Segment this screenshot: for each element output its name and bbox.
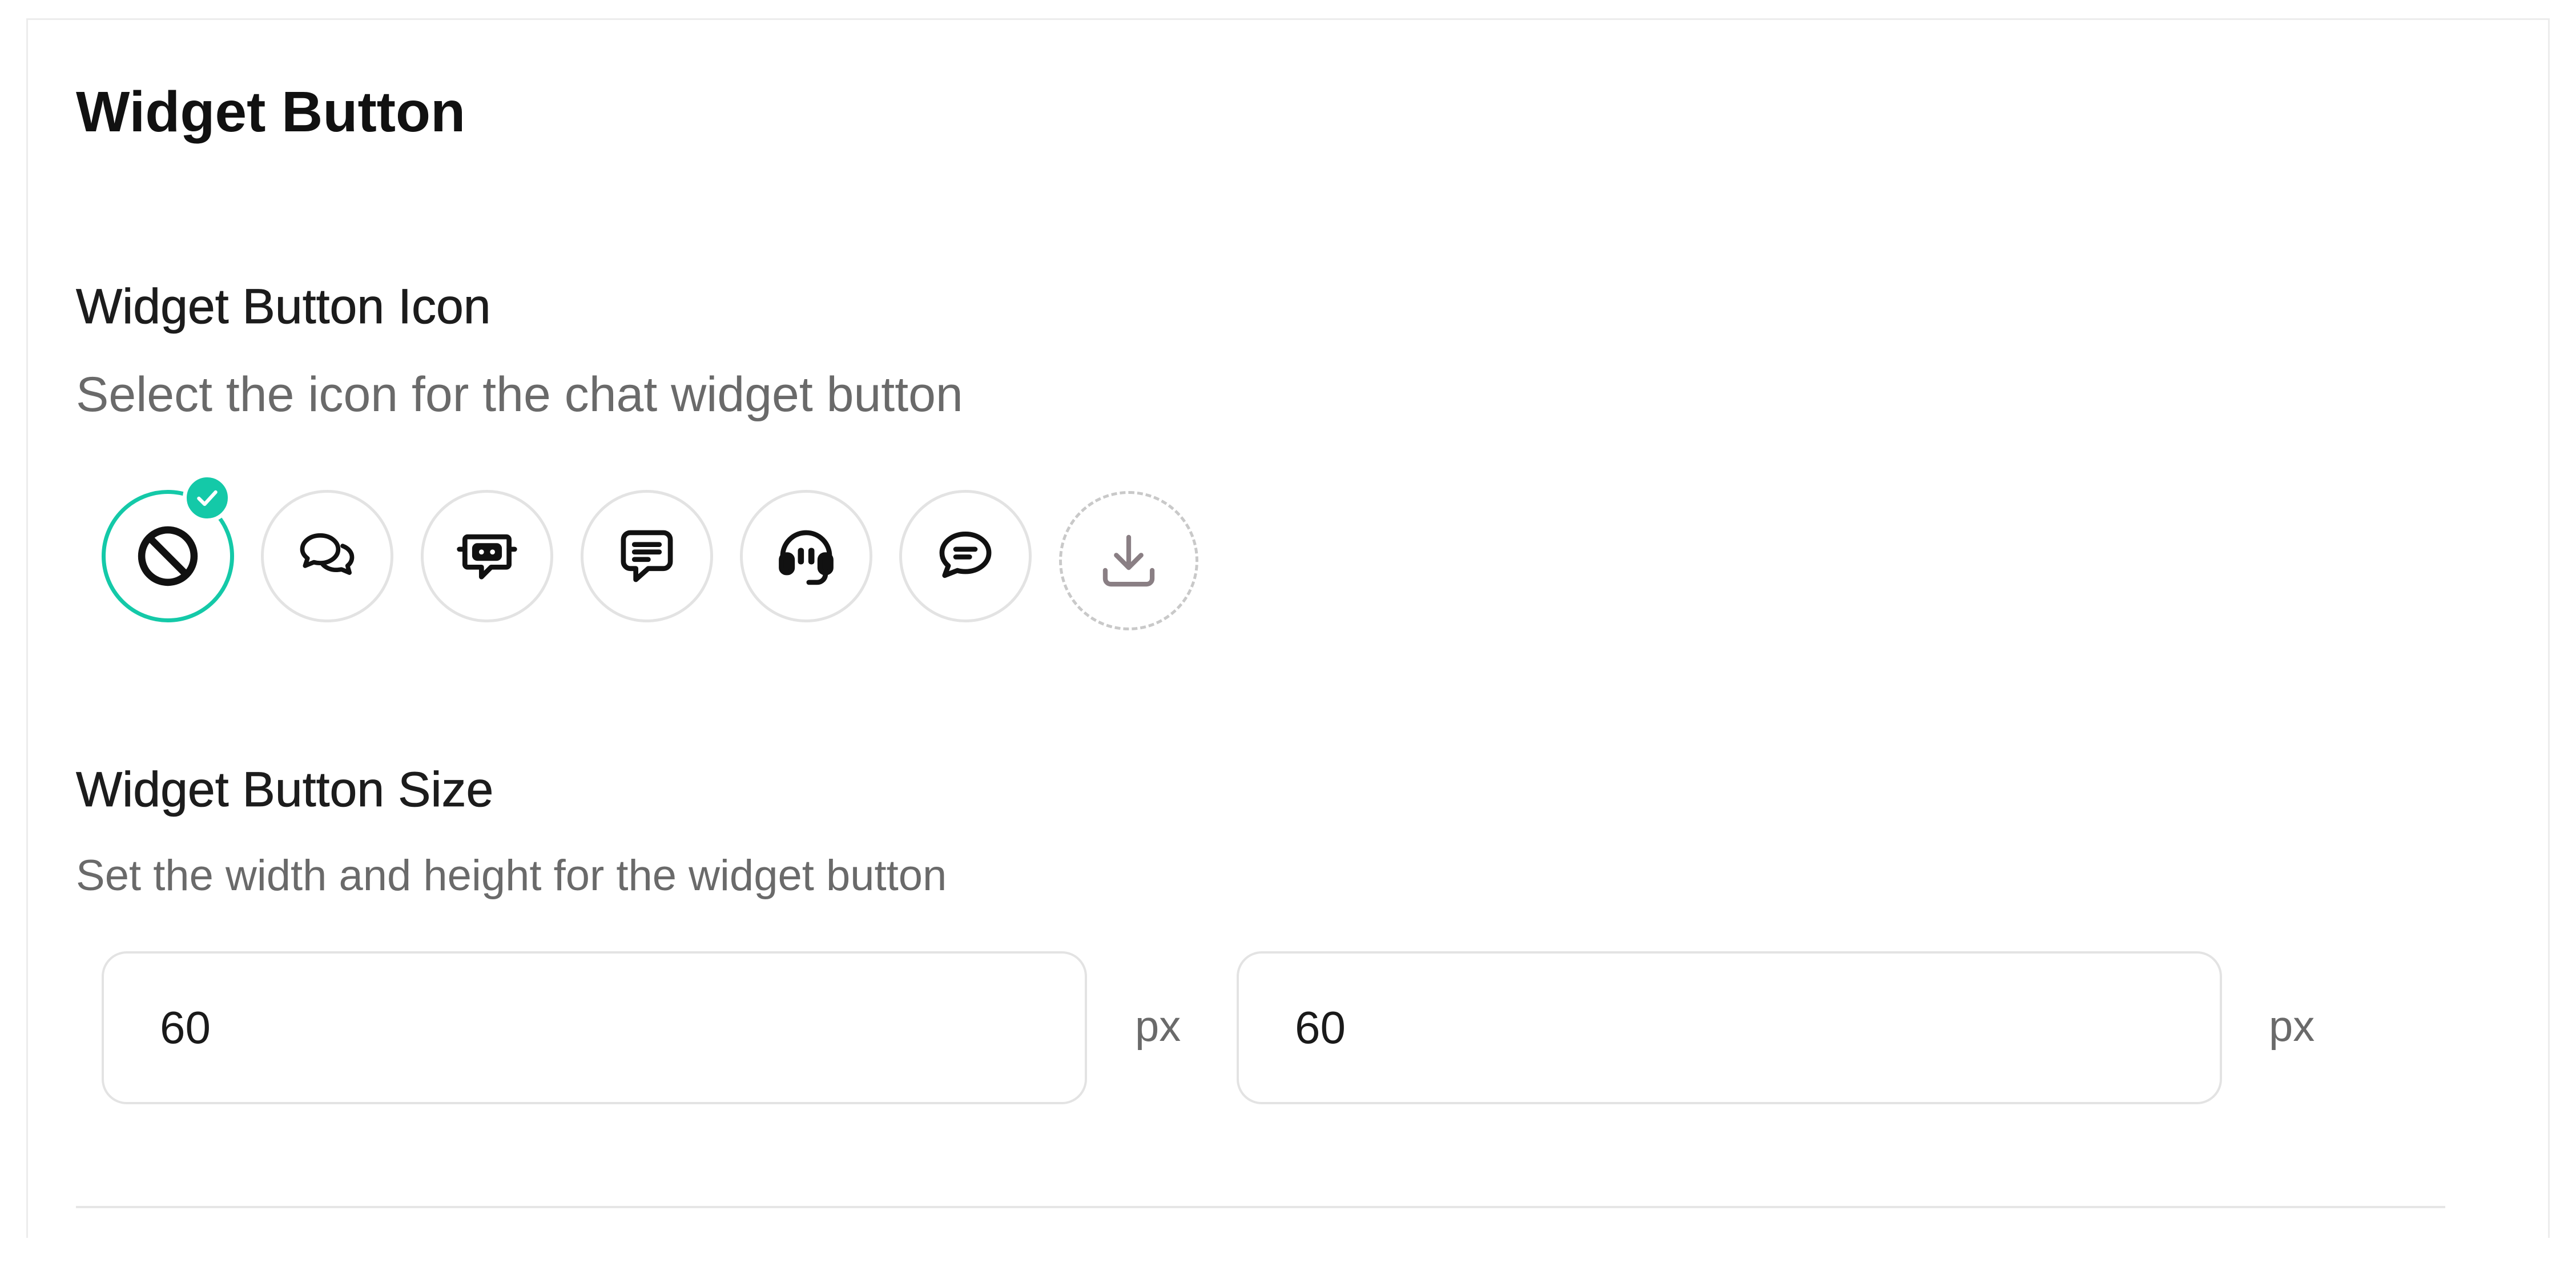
height-input[interactable] [1237,951,2222,1104]
widget-button-size-label: Widget Button Size [76,762,494,817]
icon-option-message-lines[interactable] [581,490,713,622]
section-divider [76,1206,2445,1208]
bot-chat-icon [457,534,517,580]
height-unit-label: px [2269,1002,2315,1051]
widget-button-icon-label: Widget Button Icon [76,279,491,334]
width-unit-label: px [1135,1002,1181,1051]
no-icon [138,526,198,586]
icon-option-upload[interactable] [1059,491,1198,630]
icon-option-headset[interactable] [740,490,872,622]
headset-icon [779,530,834,585]
widget-button-icon-description: Select the icon for the chat widget butt… [76,367,963,422]
upload-icon [1102,534,1155,587]
selected-check-icon [183,473,232,522]
icon-option-chat-bubbles[interactable] [261,490,393,622]
icon-option-bot-chat[interactable] [421,490,553,622]
section-title: Widget Button [76,80,466,144]
icon-option-speech-bubble[interactable] [899,490,1032,622]
chat-bubbles-icon [300,533,355,575]
speech-bubble-icon [939,531,992,578]
width-input[interactable] [102,951,1087,1104]
widget-button-size-description: Set the width and height for the widget … [76,851,947,900]
message-lines-icon [621,530,673,582]
